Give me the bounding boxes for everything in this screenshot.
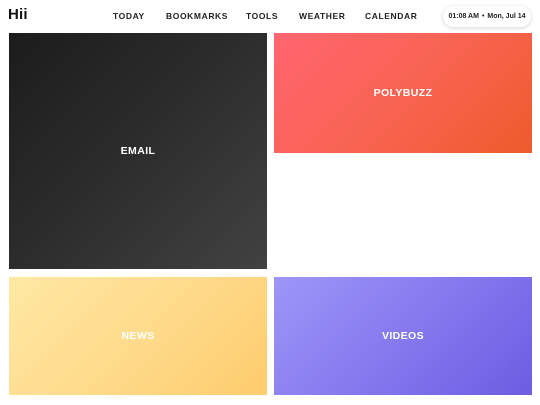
clock-date: Mon, Jul 14 — [487, 13, 526, 20]
nav-today[interactable]: TODAY — [113, 11, 145, 21]
tile-polybuzz[interactable]: POLYBUZZ — [274, 33, 532, 153]
tile-videos-label: VIDEOS — [381, 330, 425, 342]
nav-bookmarks[interactable]: BOOKMARKS — [166, 11, 228, 21]
tile-polybuzz-label: POLYBUZZ — [373, 87, 433, 99]
new-tab-page: Hii TODAY BOOKMARKS TOOLS WEATHER CALEND… — [0, 0, 540, 405]
tile-email[interactable]: EMAIL — [9, 33, 267, 269]
tile-videos[interactable]: VIDEOS — [274, 277, 532, 395]
tile-news[interactable]: NEWS — [9, 277, 267, 395]
nav-tools[interactable]: TOOLS — [246, 11, 278, 21]
clock-pill: 01:08 AM • Mon, Jul 14 — [443, 6, 531, 27]
top-bar: Hii TODAY BOOKMARKS TOOLS WEATHER CALEND… — [0, 0, 540, 32]
clock-time: 01:08 AM — [448, 13, 479, 20]
nav-weather[interactable]: WEATHER — [299, 11, 346, 21]
tile-news-label: NEWS — [121, 330, 155, 342]
clock-separator: • — [481, 13, 485, 20]
tile-email-label: EMAIL — [120, 145, 156, 157]
nav-calendar[interactable]: CALENDAR — [365, 11, 418, 21]
